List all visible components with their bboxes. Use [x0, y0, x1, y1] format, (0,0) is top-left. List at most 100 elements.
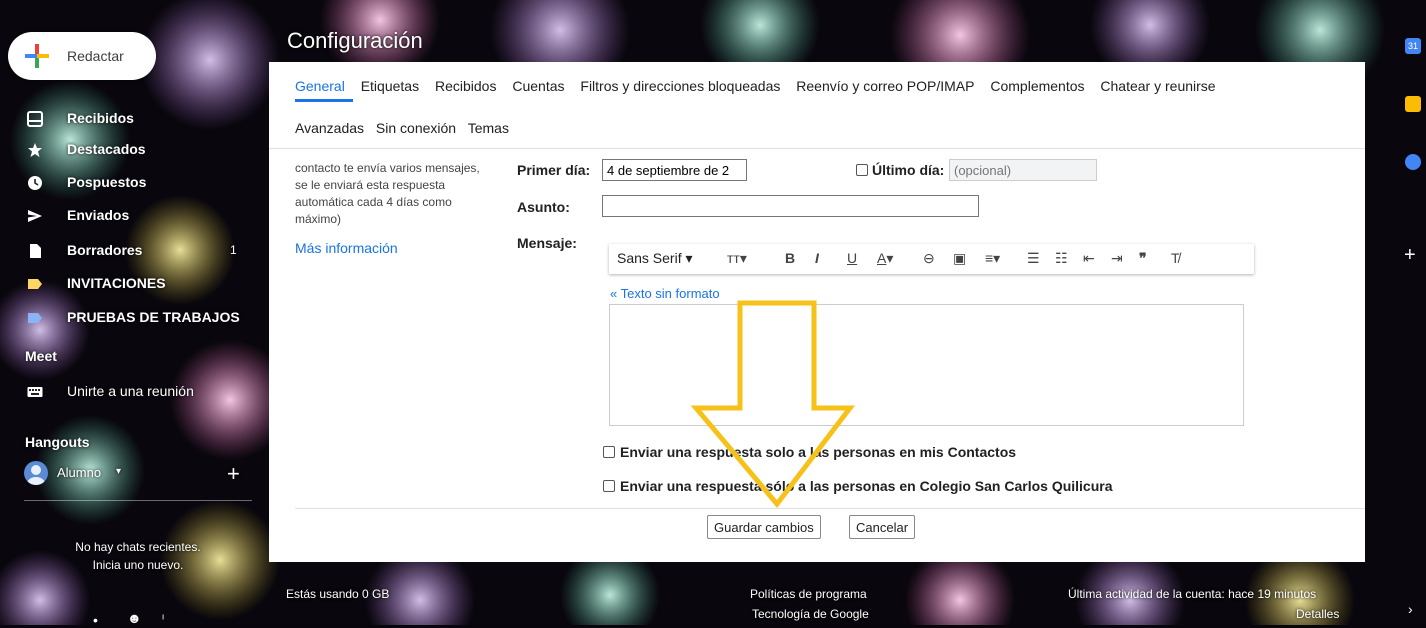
tab-sin-conexion[interactable]: Sin conexión — [376, 120, 456, 136]
subject-label: Asunto: — [517, 199, 570, 215]
storage-usage: Estás usando 0 GB — [286, 587, 390, 601]
remove-format-icon[interactable]: T̸ — [1171, 250, 1180, 266]
link-icon[interactable]: ⊖ — [923, 250, 935, 267]
hangouts-icon[interactable]: ☻ — [127, 610, 142, 626]
image-icon[interactable]: ▣ — [953, 250, 966, 267]
sidebar-item-invitaciones[interactable]: INVITACIONES — [0, 268, 252, 300]
phone-icon[interactable]: ᶦ — [162, 610, 164, 626]
save-button[interactable]: Guardar cambios — [707, 515, 821, 539]
chevron-right-icon[interactable]: › — [1408, 601, 1413, 617]
chevron-down-icon[interactable]: ▾ — [116, 466, 121, 477]
italic-icon[interactable]: I — [815, 250, 819, 266]
sidebar-item-count: 1 — [230, 243, 237, 257]
side-panel: 31 + › — [1380, 0, 1426, 625]
cancel-button[interactable]: Cancelar — [849, 515, 916, 539]
indent-more-icon[interactable]: ⇥ — [1111, 250, 1123, 267]
sidebar-item-label: Pospuestos — [67, 174, 147, 190]
underline-icon[interactable]: U — [847, 250, 857, 266]
meet-join-label: Unirte a una reunión — [67, 383, 194, 399]
sidebar-item-recibidos[interactable]: Recibidos — [0, 103, 252, 135]
send-icon — [28, 210, 42, 222]
active-tab-indicator — [295, 99, 353, 102]
hangouts-user[interactable]: Alumno ▾ + — [24, 461, 254, 487]
tab-cuentas[interactable]: Cuentas — [512, 78, 564, 94]
avatar — [24, 461, 48, 485]
sidebar-item-label: Enviados — [67, 207, 130, 223]
compose-button[interactable]: Redactar — [8, 32, 156, 80]
draft-icon — [30, 244, 41, 258]
details-link[interactable]: Detalles — [1296, 607, 1339, 621]
meet-title: Meet — [25, 348, 57, 364]
first-day-label: Primer día: — [517, 162, 591, 178]
description-line: se le enviará esta respuesta — [295, 178, 446, 192]
tech-google-text: Tecnología de Google — [752, 607, 869, 621]
tab-filtros[interactable]: Filtros y direcciones bloqueadas — [580, 78, 780, 94]
no-chats-message: No hay chats recientes. Inicia uno nuevo… — [24, 538, 252, 574]
quote-icon[interactable]: ❞ — [1139, 250, 1147, 267]
last-day-input[interactable] — [949, 159, 1097, 181]
contacts-only-checkbox[interactable] — [603, 446, 615, 458]
tasks-icon[interactable] — [1405, 154, 1421, 170]
label-icon — [28, 279, 42, 289]
hangouts-divider — [24, 500, 252, 501]
calendar-icon[interactable]: 31 — [1405, 38, 1421, 54]
sidebar-item-borradores[interactable]: Borradores 1 — [0, 235, 252, 267]
bold-icon[interactable]: B — [785, 250, 795, 266]
person-icon[interactable]: • — [93, 612, 98, 628]
bulleted-list-icon[interactable]: ☷ — [1055, 250, 1068, 267]
tab-general[interactable]: General — [295, 78, 345, 94]
sidebar-item-enviados[interactable]: Enviados — [0, 200, 252, 232]
last-day-checkbox[interactable] — [856, 164, 868, 176]
page-title: Configuración — [287, 28, 423, 53]
text-color-icon[interactable]: A▾ — [877, 250, 893, 267]
sidebar-item-pruebas-de-trabajos[interactable]: PRUEBAS DE TRABAJOS — [0, 302, 252, 334]
align-icon[interactable]: ≡▾ — [985, 250, 1000, 267]
sidebar-item-destacados[interactable]: Destacados — [0, 134, 252, 166]
keep-icon[interactable] — [1405, 96, 1421, 112]
tab-etiquetas[interactable]: Etiquetas — [361, 78, 419, 94]
tab-recibidos[interactable]: Recibidos — [435, 78, 496, 94]
vacation-description: contacto te envía varios mensajes, se le… — [295, 160, 505, 228]
formatting-toolbar: Sans Serif ▾ ᴛᴛ▾ B I U A▾ ⊖ ▣ ≡▾ ☰ ☷ ⇤ ⇥… — [609, 244, 1254, 274]
sidebar-item-label: PRUEBAS DE TRABAJOS — [67, 309, 240, 325]
first-day-input[interactable] — [602, 159, 747, 181]
font-size-icon[interactable]: ᴛᴛ▾ — [727, 250, 747, 267]
label-icon — [28, 313, 42, 323]
font-family-select[interactable]: Sans Serif ▾ — [617, 250, 693, 267]
last-day-label: Último día: — [872, 162, 945, 178]
indent-less-icon[interactable]: ⇤ — [1083, 250, 1095, 267]
sidebar-item-label: Borradores — [67, 242, 143, 258]
compose-label: Redactar — [67, 48, 124, 64]
font-family-label: Sans Serif — [617, 250, 682, 266]
hangouts-title: Hangouts — [25, 434, 90, 450]
settings-tabs-row1: General Etiquetas Recibidos Cuentas Filt… — [295, 78, 1228, 94]
no-chats-line: No hay chats recientes. — [75, 540, 201, 554]
description-line: automática cada 4 días como — [295, 195, 452, 209]
sidebar-item-label: Destacados — [67, 141, 146, 157]
sidebar-item-label: INVITACIONES — [67, 275, 166, 291]
add-chat-icon[interactable]: + — [227, 461, 240, 487]
description-line: contacto te envía varios mensajes, — [295, 161, 480, 175]
tab-chatear[interactable]: Chatear y reunirse — [1100, 78, 1215, 94]
sidebar-item-label: Recibidos — [67, 110, 134, 126]
tab-avanzadas[interactable]: Avanzadas — [295, 120, 364, 136]
add-addon-icon[interactable]: + — [1404, 244, 1416, 267]
last-activity: Última actividad de la cuenta: hace 19 m… — [1068, 587, 1317, 601]
policies-link[interactable]: Políticas de programa — [750, 587, 867, 601]
meet-join-item[interactable]: Unirte a una reunión — [0, 376, 252, 408]
subject-input[interactable] — [602, 195, 979, 217]
tab-temas[interactable]: Temas — [468, 120, 509, 136]
start-chat-line: Inicia uno nuevo. — [92, 558, 184, 572]
tab-complementos[interactable]: Complementos — [990, 78, 1084, 94]
clock-icon — [28, 176, 42, 190]
tab-reenvio[interactable]: Reenvío y correo POP/IMAP — [796, 78, 974, 94]
domain-only-checkbox[interactable] — [603, 480, 615, 492]
numbered-list-icon[interactable]: ☰ — [1027, 250, 1040, 267]
annotation-arrow — [690, 300, 856, 508]
more-info-link[interactable]: Más información — [295, 240, 398, 256]
compose-plus-icon — [25, 44, 49, 68]
message-label: Mensaje: — [517, 235, 577, 251]
inbox-icon — [27, 111, 43, 127]
tabs-divider — [269, 148, 1365, 149]
sidebar-item-pospuestos[interactable]: Pospuestos — [0, 167, 252, 199]
